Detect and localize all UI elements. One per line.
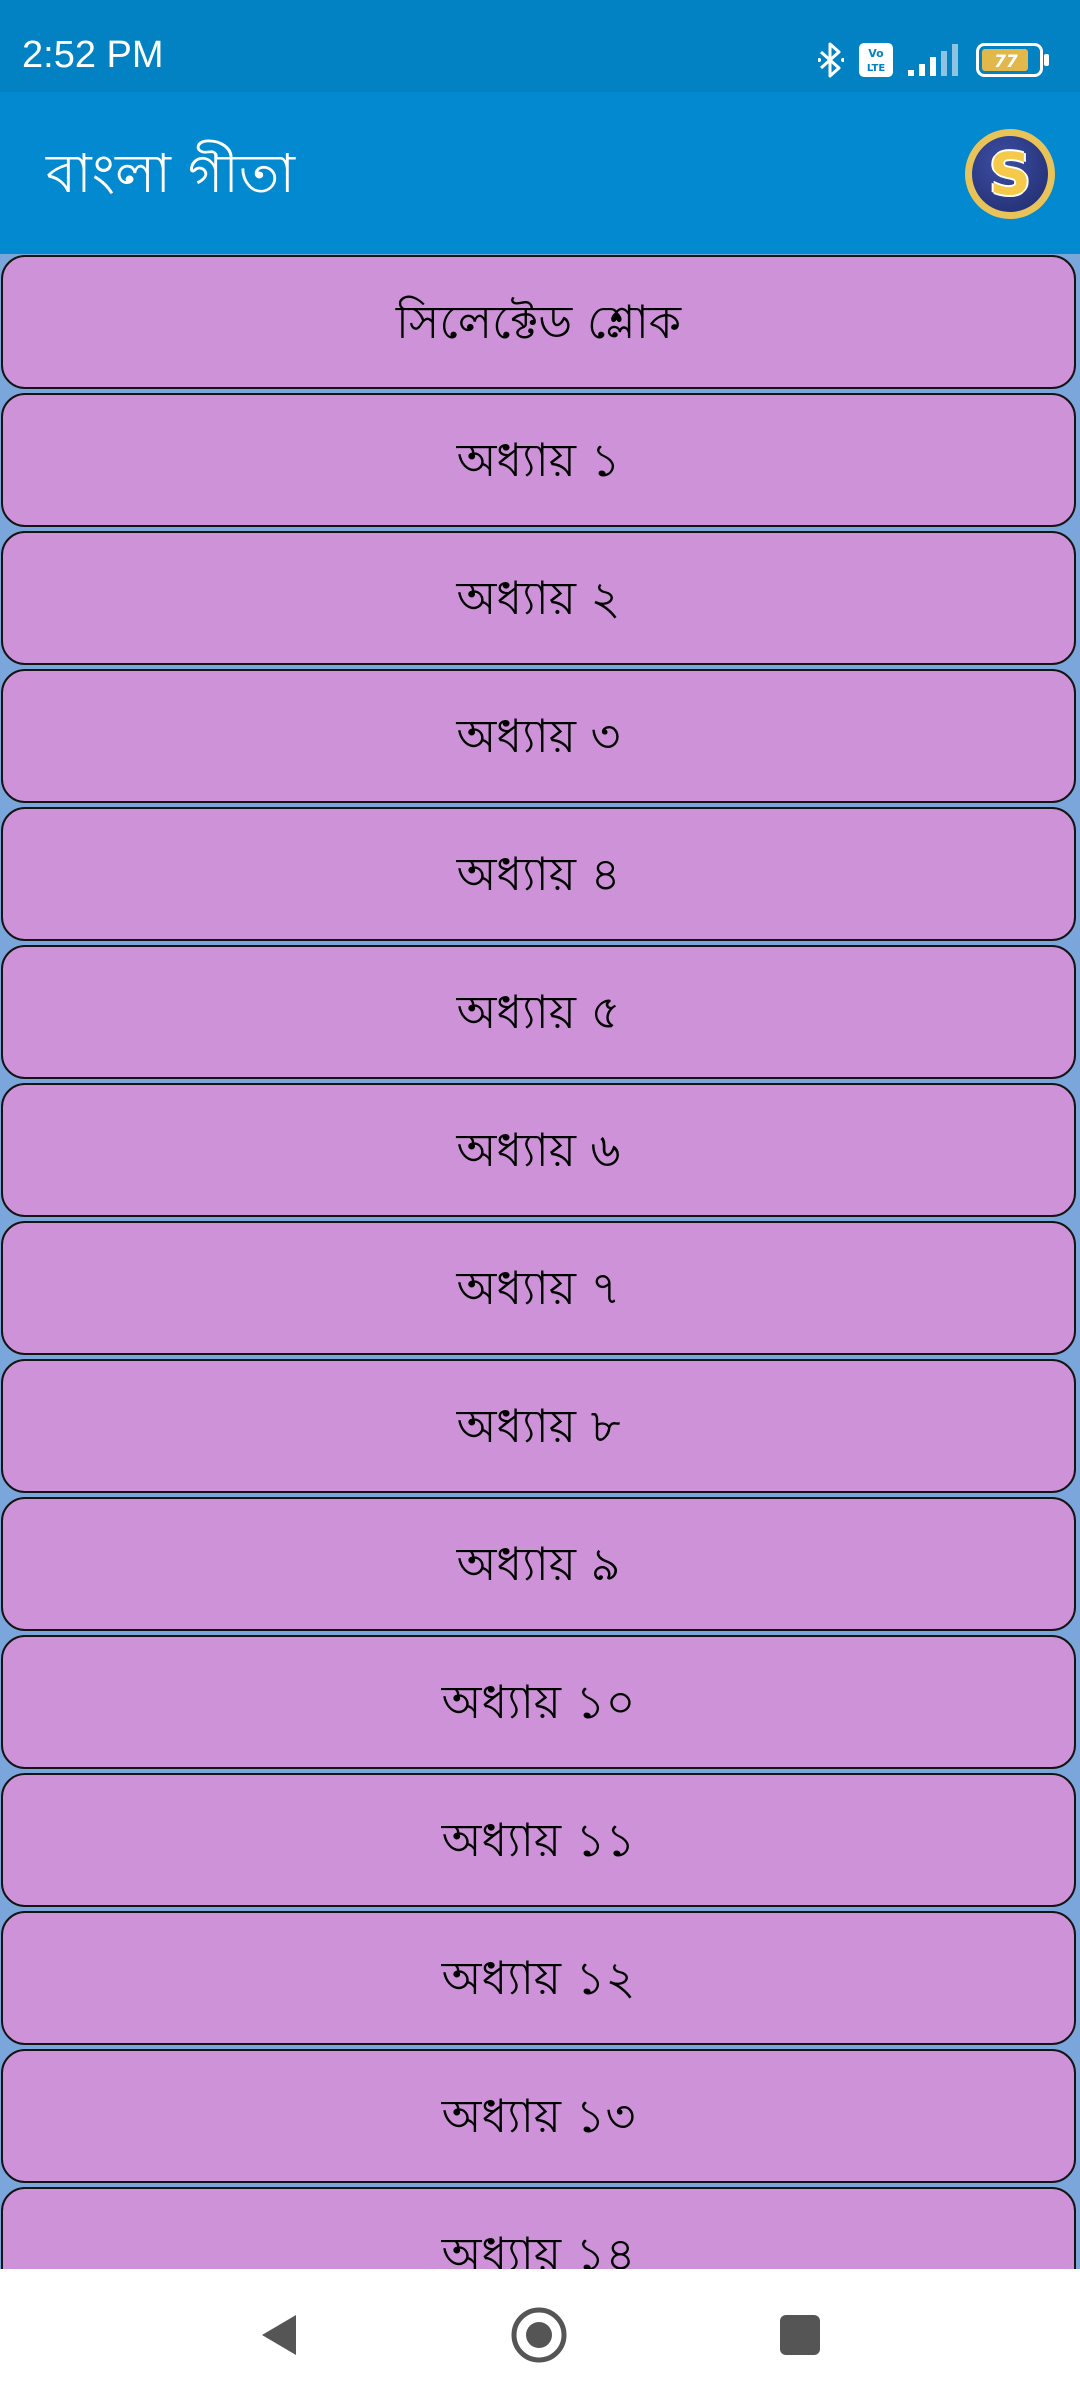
list-item-label: অধ্যায় ৪ [456,847,621,901]
list-item-chapter-14[interactable]: অধ্যায় ১৪ [1,2187,1076,2269]
list-item-label: অধ্যায় ৯ [456,1537,621,1591]
svg-text:LTE: LTE [867,63,886,74]
coin-letter: S [989,140,1031,208]
battery-icon: 77 [976,43,1050,77]
recents-button[interactable] [760,2297,840,2377]
list-item-label: অধ্যায় ১৩ [441,2089,636,2143]
svg-text:Vo: Vo [868,47,884,60]
list-item-chapter-8[interactable]: অধ্যায় ৮ [1,1359,1076,1493]
back-button[interactable] [238,2297,318,2377]
status-icons: Vo LTE 77 [818,40,1050,80]
coin-icon: S [972,136,1048,212]
list-item-chapter-9[interactable]: অধ্যায় ৯ [1,1497,1076,1631]
app-title: বাংলা গীতা [46,142,296,205]
list-item-chapter-6[interactable]: অধ্যায় ৬ [1,1083,1076,1217]
list-item-label: অধ্যায় ১২ [441,1951,636,2005]
chapter-list-area[interactable]: সিলেক্টেড শ্লোক অধ্যায় ১ অধ্যায় ২ অধ্য… [0,254,1080,2269]
home-button[interactable] [499,2297,579,2377]
status-bar: 2:52 PM Vo LTE 77 [0,0,1080,92]
list-item-chapter-12[interactable]: অধ্যায় ১২ [1,1911,1076,2045]
list-item-label: অধ্যায় ২ [456,571,621,625]
coin-button[interactable]: S [965,129,1055,219]
list-item-label: অধ্যায় ৫ [456,985,621,1039]
list-item-label: অধ্যায় ৩ [456,709,621,763]
navigation-bar [0,2269,1080,2400]
status-time: 2:52 PM [22,34,164,76]
bluetooth-icon [818,41,844,79]
signal-icon [908,44,962,76]
battery-level: 77 [994,52,1018,72]
list-item-chapter-2[interactable]: অধ্যায় ২ [1,531,1076,665]
list-item-chapter-1[interactable]: অধ্যায় ১ [1,393,1076,527]
recents-icon [779,2314,821,2360]
list-item-label: অধ্যায় ৮ [456,1399,621,1453]
list-item-label: অধ্যায় ৭ [456,1261,621,1315]
back-icon [256,2311,300,2363]
list-item-chapter-13[interactable]: অধ্যায় ১৩ [1,2049,1076,2183]
home-icon [509,2305,569,2369]
list-item-chapter-3[interactable]: অধ্যায় ৩ [1,669,1076,803]
volte-icon: Vo LTE [858,42,894,78]
list-item-label: অধ্যায় ১ [456,433,621,487]
list-item-chapter-7[interactable]: অধ্যায় ৭ [1,1221,1076,1355]
list-item-chapter-4[interactable]: অধ্যায় ৪ [1,807,1076,941]
list-item-chapter-5[interactable]: অধ্যায় ৫ [1,945,1076,1079]
list-item-label: সিলেক্টেড শ্লোক [395,295,682,349]
list-item-label: অধ্যায় ১০ [441,1675,636,1729]
list-item-label: অধ্যায় ৬ [456,1123,621,1177]
list-item-label: অধ্যায় ১১ [441,1813,636,1867]
list-item-chapter-10[interactable]: অধ্যায় ১০ [1,1635,1076,1769]
list-item-label: অধ্যায় ১৪ [441,2227,636,2269]
list-item-selected-verses[interactable]: সিলেক্টেড শ্লোক [1,255,1076,389]
app-bar: বাংলা গীতা S [0,92,1080,254]
list-item-chapter-11[interactable]: অধ্যায় ১১ [1,1773,1076,1907]
